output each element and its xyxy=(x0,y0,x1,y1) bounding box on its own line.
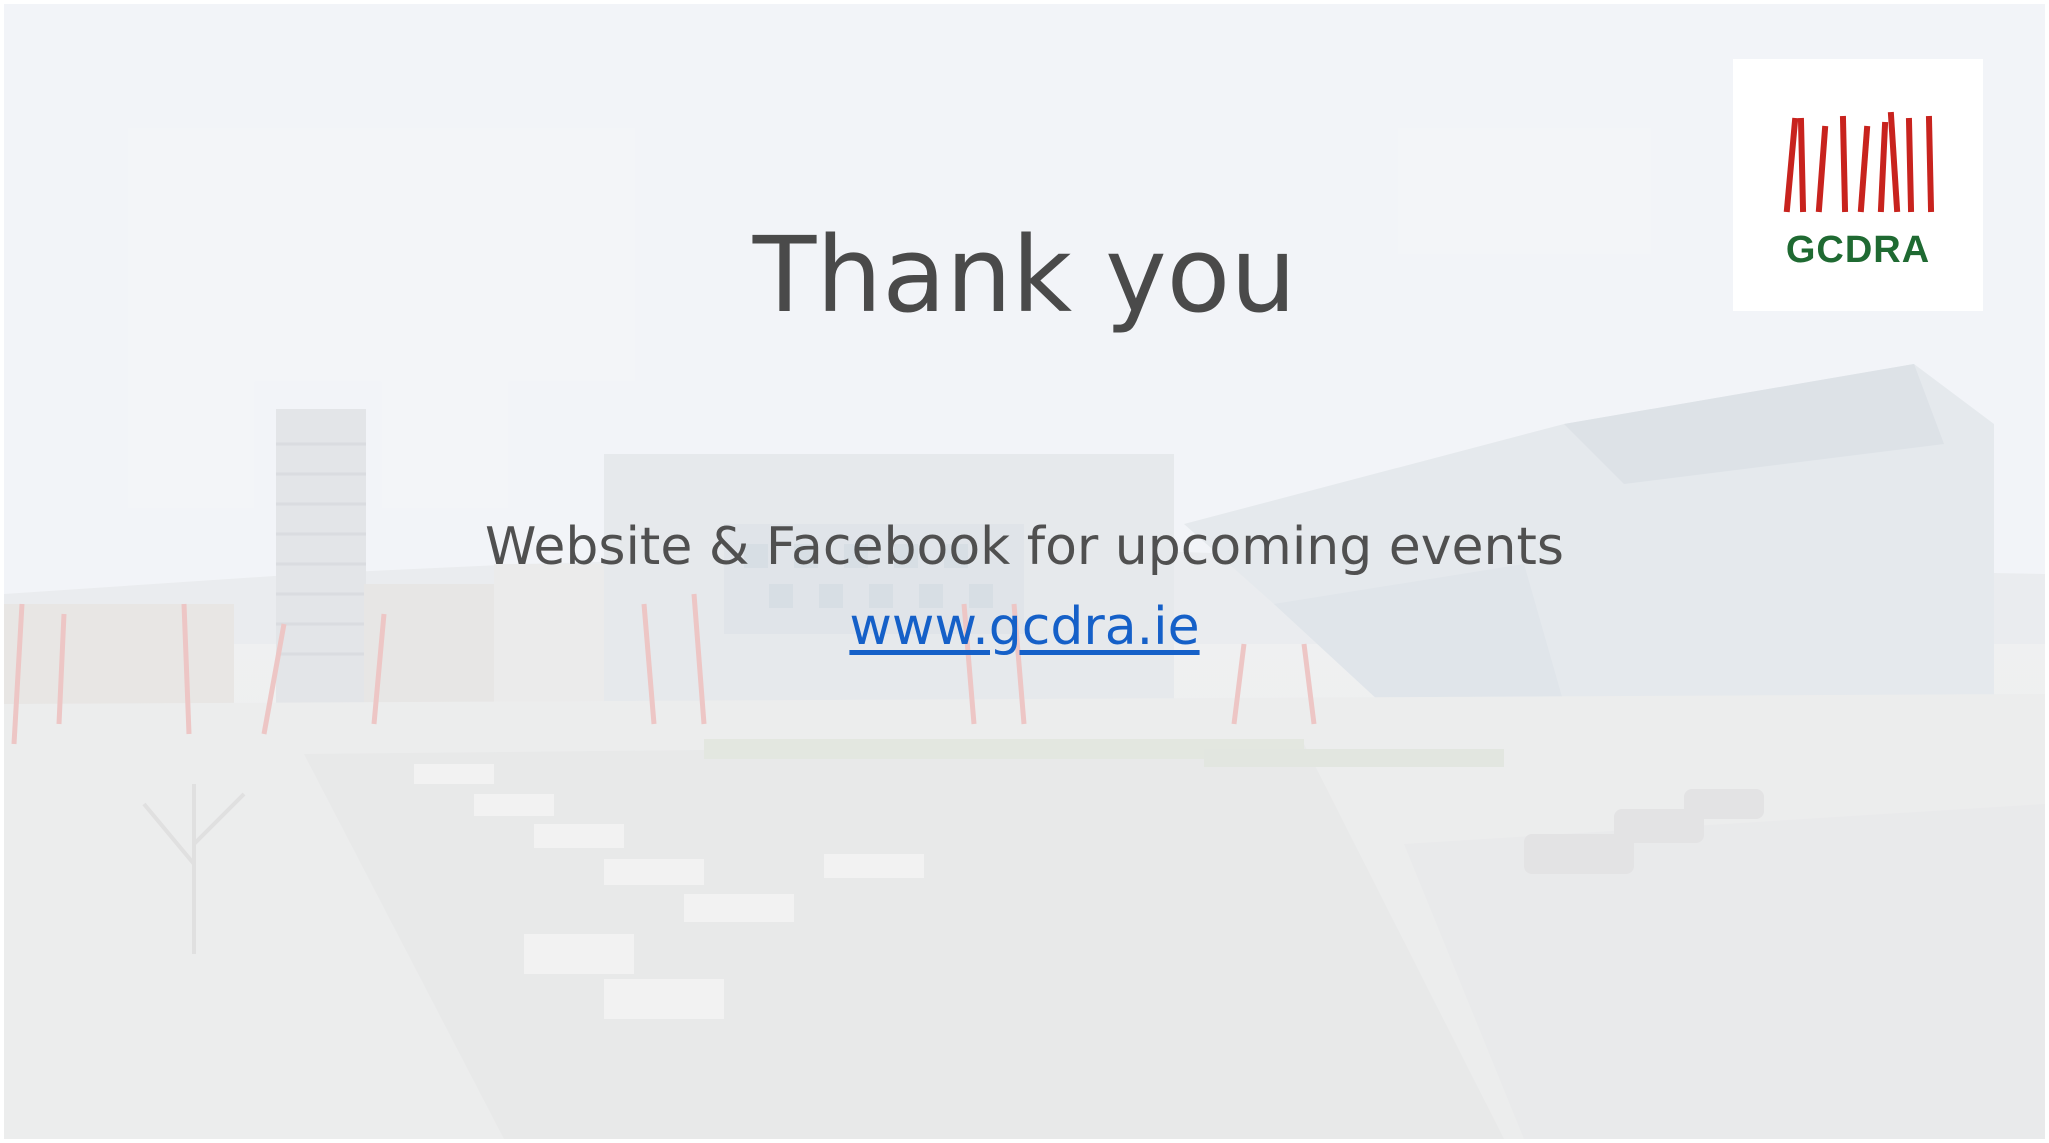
logo-bars-icon xyxy=(1783,111,1935,213)
slide: Thank you Website & Facebook for upcomin… xyxy=(4,4,2045,1139)
slide-subtitle: Website & Facebook for upcoming events xyxy=(485,517,1564,577)
website-link-container: www.gcdra.ie xyxy=(4,592,2045,662)
gcdra-logo: GCDRA xyxy=(1733,59,1983,311)
logo-text: GCDRA xyxy=(1785,229,1931,271)
website-link[interactable]: www.gcdra.ie xyxy=(849,597,1199,657)
